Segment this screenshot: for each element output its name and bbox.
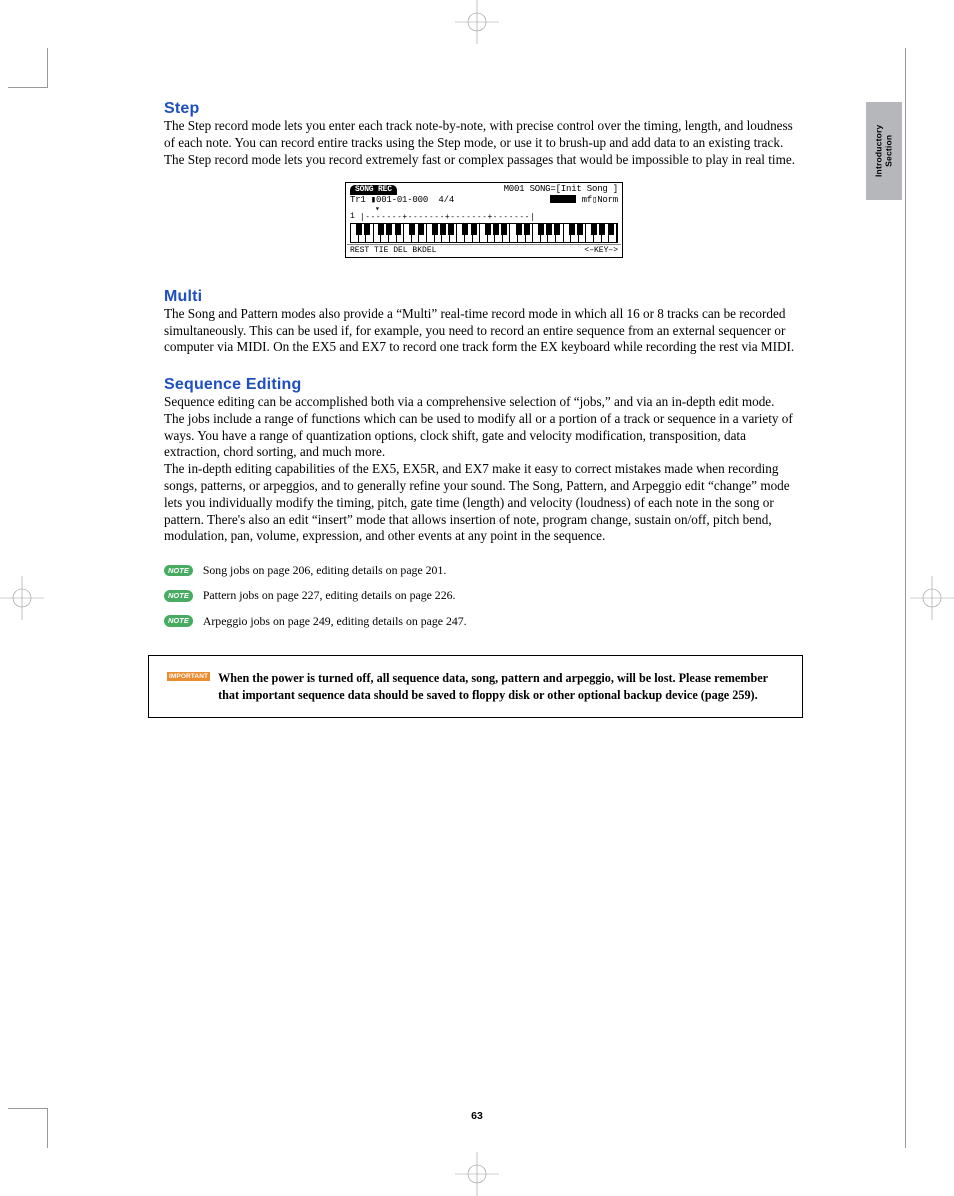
note-badge-icon: NOTE xyxy=(164,590,193,602)
lcd-track-info: Tr1 ▮001-01-000 4/4 xyxy=(350,195,454,206)
registration-mark-right xyxy=(910,576,954,620)
note-row: NOTE Pattern jobs on page 227, editing d… xyxy=(164,588,804,603)
section-tab: IntroductorySection xyxy=(866,102,902,200)
lcd-velocity: mf▯Norm xyxy=(576,195,618,205)
heading-seqedit: Sequence Editing xyxy=(164,376,804,394)
page-number: 63 xyxy=(471,1110,483,1122)
note-text-2: Pattern jobs on page 227, editing detail… xyxy=(203,588,456,603)
body-multi: The Song and Pattern modes also provide … xyxy=(164,306,804,356)
lcd-measure-num: 1 xyxy=(350,212,360,222)
piano-keyboard-icon xyxy=(350,223,618,243)
note-row: NOTE Arpeggio jobs on page 249, editing … xyxy=(164,614,804,629)
important-badge-icon: IMPORTANT xyxy=(167,672,210,681)
lcd-cursor-arrow: ▾ xyxy=(347,205,621,212)
body-seqedit-p3: The in-depth editing capabilities of the… xyxy=(164,461,804,545)
lcd-bottom-left: REST TIE DEL BKDEL xyxy=(350,246,436,256)
lcd-figure: SONG REC M001 SONG=[Init Song ] Tr1 ▮001… xyxy=(164,182,804,258)
registration-mark-top xyxy=(455,0,499,44)
heading-step: Step xyxy=(164,100,804,118)
crop-mark xyxy=(8,48,48,88)
lcd-screen: SONG REC M001 SONG=[Init Song ] Tr1 ▮001… xyxy=(345,182,623,258)
crop-mark xyxy=(905,48,906,1148)
body-seqedit-p2: The jobs include a range of functions wh… xyxy=(164,411,804,461)
crop-mark xyxy=(8,1108,48,1148)
lcd-bottom-right: <–KEY–> xyxy=(584,246,618,256)
important-box: IMPORTANT When the power is turned off, … xyxy=(148,655,803,718)
section-multi: Multi The Song and Pattern modes also pr… xyxy=(164,288,804,356)
body-step: The Step record mode lets you enter each… xyxy=(164,118,804,168)
note-text-3: Arpeggio jobs on page 249, editing detai… xyxy=(203,614,467,629)
note-row: NOTE Song jobs on page 206, editing deta… xyxy=(164,563,804,578)
registration-mark-left xyxy=(0,576,44,620)
note-text-1: Song jobs on page 206, editing details o… xyxy=(203,563,446,578)
note-icon xyxy=(550,195,576,203)
note-badge-icon: NOTE xyxy=(164,615,193,627)
note-badge-icon: NOTE xyxy=(164,565,193,577)
section-sequence-editing: Sequence Editing Sequence editing can be… xyxy=(164,376,804,718)
body-seqedit-p1: Sequence editing can be accomplished bot… xyxy=(164,394,804,411)
lcd-measure-grid: |-------+-------+-------+-------| xyxy=(360,212,618,221)
section-step: Step The Step record mode lets you enter… xyxy=(164,100,804,258)
heading-multi: Multi xyxy=(164,288,804,306)
registration-mark-bottom xyxy=(455,1152,499,1196)
page-content: Step The Step record mode lets you enter… xyxy=(164,100,804,718)
section-tab-label: IntroductorySection xyxy=(874,125,894,177)
lcd-tab: SONG REC xyxy=(350,185,397,195)
important-text: When the power is turned off, all sequen… xyxy=(218,670,784,703)
